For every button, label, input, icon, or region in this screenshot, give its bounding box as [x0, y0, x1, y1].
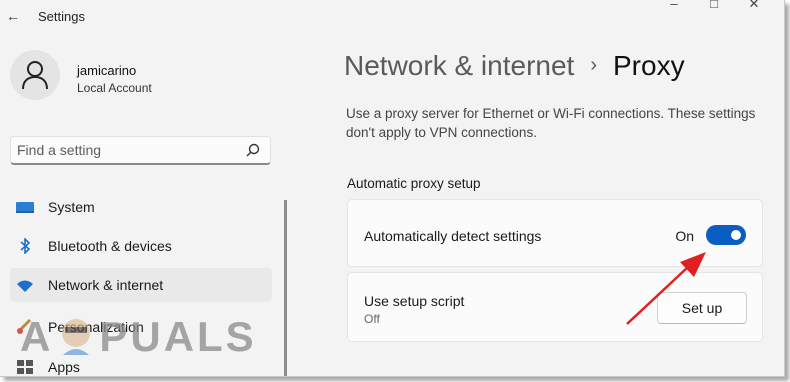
toggle-state-text: On [675, 228, 694, 244]
sidebar-item-label: Network & internet [48, 277, 164, 293]
person-icon [22, 61, 48, 90]
sidebar-item-system[interactable]: System [10, 190, 272, 224]
minimize-button[interactable]: – [654, 0, 694, 11]
monitor-icon [16, 202, 34, 213]
sidebar-item-label: System [48, 199, 95, 215]
search-placeholder: Find a setting [17, 142, 102, 158]
sidebar-item-label: Bluetooth & devices [48, 238, 172, 254]
account-type: Local Account [77, 81, 152, 95]
settings-window: ← Settings – □ ✕ jamicarino Local Account … [0, 0, 785, 377]
section-title: Automatic proxy setup [347, 176, 481, 191]
auto-detect-toggle[interactable] [706, 225, 746, 245]
window-controls: – □ ✕ [654, 0, 774, 12]
auto-detect-label: Automatically detect settings [364, 228, 542, 244]
page-description: Use a proxy server for Ethernet or Wi-Fi… [346, 106, 756, 140]
sidebar-item-bluetooth[interactable]: Bluetooth & devices [10, 229, 272, 263]
setup-script-label: Use setup script [364, 293, 465, 309]
watermark-logo: A PUALS [20, 313, 257, 360]
breadcrumb-parent[interactable]: Network & internet [344, 50, 574, 81]
sidebar-item-network[interactable]: Network & internet [10, 268, 272, 302]
setup-script-state: Off [364, 312, 380, 326]
apps-icon [17, 360, 33, 374]
app-title: Settings [38, 9, 85, 24]
sidebar-item-label: Apps [48, 359, 80, 375]
close-button[interactable]: ✕ [734, 0, 774, 12]
title-bar: ← Settings – □ ✕ [0, 0, 784, 34]
maximize-button[interactable]: □ [694, 0, 734, 11]
bluetooth-icon [20, 238, 31, 254]
search-input[interactable]: Find a setting [10, 136, 271, 165]
sidebar-scrollbar[interactable] [284, 200, 287, 376]
avatar[interactable] [10, 50, 60, 100]
back-arrow-icon[interactable]: ← [6, 8, 22, 24]
user-name: jamicarino [77, 63, 137, 78]
breadcrumb: Network & internet › Proxy [344, 50, 685, 82]
toggle-knob [731, 230, 741, 240]
search-icon[interactable] [246, 143, 260, 157]
mascot-icon [62, 319, 91, 355]
wifi-icon [17, 280, 33, 292]
page-title: Proxy [613, 50, 685, 81]
chevron-right-icon: › [590, 54, 597, 76]
red-arrow-annotation [626, 252, 706, 325]
